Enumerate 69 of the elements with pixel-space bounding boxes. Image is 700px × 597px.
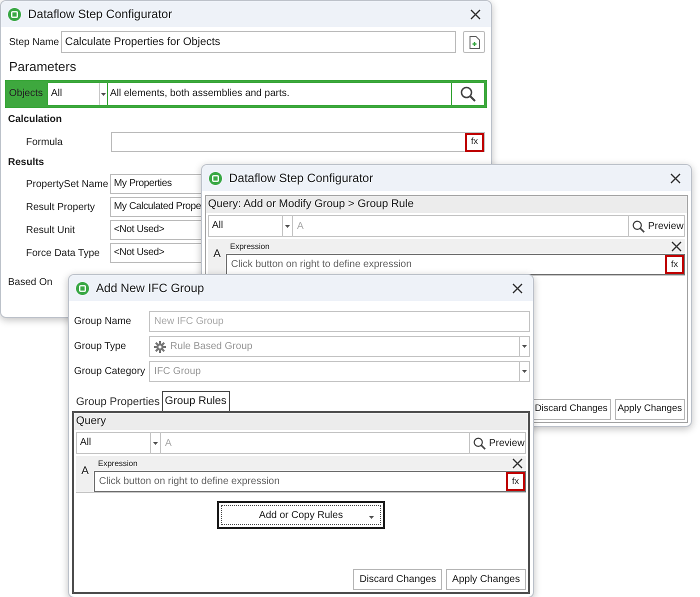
- fx-button[interactable]: fx: [506, 472, 525, 491]
- section-heading: Results: [7, 157, 44, 169]
- scope-select[interactable]: All: [48, 83, 107, 105]
- app-logo-icon: [76, 282, 89, 294]
- fx-button[interactable]: fx: [665, 255, 684, 274]
- fx-button[interactable]: fx: [465, 132, 484, 152]
- section-heading: Calculation: [7, 114, 62, 126]
- field-label: Objects: [8, 87, 44, 101]
- query-header: Query: [74, 413, 528, 430]
- field-label: Result Unit: [26, 224, 76, 238]
- action-button[interactable]: Discard Changes: [353, 569, 442, 590]
- preview-button[interactable]: Preview: [628, 215, 685, 237]
- rule-label: A: [213, 247, 221, 262]
- window-title: Dataflow Step Configurator: [28, 6, 174, 23]
- caret-icon: [285, 224, 290, 228]
- field-label: Group Type: [74, 340, 128, 354]
- rule-label: A: [81, 464, 89, 479]
- close-icon: [512, 282, 522, 294]
- field-label: Group Name: [74, 315, 132, 329]
- field-label: PropertySet Name: [26, 178, 110, 192]
- add-rules-button[interactable]: Add or Copy Rules: [217, 501, 385, 529]
- caret-icon: [153, 442, 158, 444]
- close-icon: [470, 8, 480, 20]
- field-label: Step Name: [8, 36, 57, 50]
- scope-select[interactable]: All: [76, 432, 161, 454]
- search-icon: [460, 86, 476, 102]
- app-logo-icon: [209, 172, 222, 184]
- caret-icon: [369, 516, 374, 519]
- filter-field[interactable]: A: [161, 432, 469, 454]
- field-label: Formula: [26, 136, 64, 150]
- caret-icon: [522, 345, 527, 348]
- action-button[interactable]: Apply Changes: [446, 569, 526, 590]
- section-heading: Parameters: [8, 59, 76, 75]
- gear-icon: [154, 340, 166, 352]
- preview-button[interactable]: Preview: [469, 432, 526, 454]
- formula-field[interactable]: fx: [110, 132, 485, 152]
- new-document-button[interactable]: [463, 31, 485, 53]
- window-title: Add New IFC Group: [96, 280, 206, 297]
- group-name-field[interactable]: New IFC Group: [149, 311, 530, 332]
- description-field[interactable]: All elements, both assemblies and parts.: [108, 83, 451, 105]
- scope-select[interactable]: All: [208, 215, 293, 237]
- expression-field[interactable]: Click button on right to define expression fx: [226, 254, 685, 275]
- expression-label: Expression: [230, 240, 270, 252]
- field-label: Based On: [8, 276, 52, 290]
- remove-button[interactable]: [671, 241, 682, 252]
- search-icon: [473, 436, 486, 450]
- app-logo-icon: [8, 8, 21, 20]
- document-plus-icon: [468, 36, 480, 48]
- field-label: Force Data Type: [26, 246, 101, 260]
- expression-label: Expression: [98, 458, 138, 470]
- expression-field[interactable]: Click button on right to define expression fx: [94, 471, 526, 492]
- close-icon: [670, 172, 680, 184]
- close-icon: [671, 241, 682, 252]
- field-label: Result Property: [26, 200, 96, 214]
- query-header: Query: Add or Modify Group > Group Rule: [206, 196, 687, 213]
- field-label: Group Category: [74, 365, 146, 379]
- remove-button[interactable]: [512, 458, 523, 469]
- tab[interactable]: Group Properties: [74, 393, 162, 411]
- tab[interactable]: Group Rules: [162, 391, 230, 411]
- window-title: Dataflow Step Configurator: [229, 170, 374, 187]
- caret-icon: [522, 370, 527, 373]
- action-button[interactable]: Discard Changes: [532, 399, 611, 420]
- caret-icon: [101, 92, 106, 96]
- action-button[interactable]: Apply Changes: [614, 399, 685, 420]
- close-icon: [512, 458, 523, 469]
- filter-field[interactable]: A: [293, 215, 628, 237]
- step-name-field[interactable]: Calculate Properties for Objects: [61, 31, 456, 53]
- search-button[interactable]: [452, 83, 484, 105]
- search-icon: [632, 220, 645, 232]
